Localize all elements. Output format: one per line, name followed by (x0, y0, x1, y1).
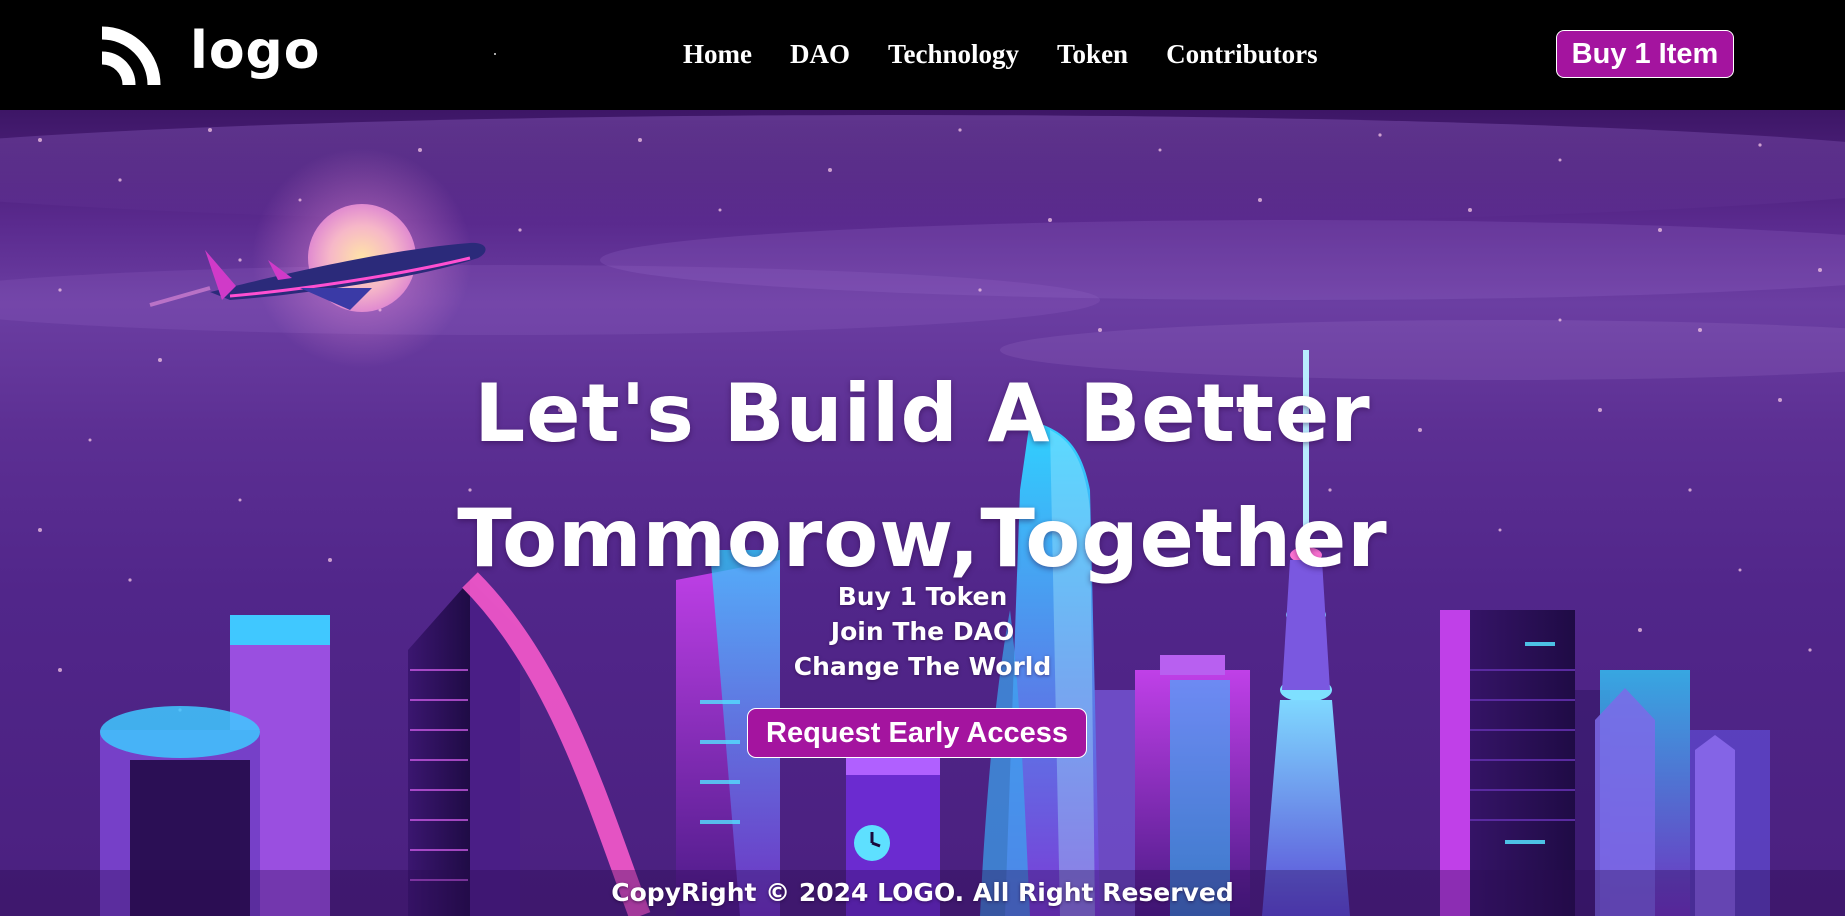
navbar: logo Home DAO Technology Token Contribut… (0, 0, 1845, 110)
copyright-footer: CopyRight © 2024 LOGO. All Right Reserve… (611, 878, 1234, 907)
nav-link-home[interactable]: Home (683, 36, 752, 72)
tagline-change-world: Change The World (793, 652, 1052, 681)
main-nav: Home DAO Technology Token Contributors (683, 36, 1318, 72)
hero-headline-line2: Tommorow,Together (457, 491, 1388, 585)
logo-mark-icon (99, 16, 169, 86)
hero-headline-line1: Let's Build A Better (474, 366, 1371, 460)
hero-content: Let's Build A Better Tommorow,Together B… (0, 110, 1845, 916)
logo-text: logo (190, 21, 321, 81)
buy-item-button[interactable]: Buy 1 Item (1556, 30, 1734, 78)
nav-dot (494, 53, 496, 55)
nav-link-token[interactable]: Token (1057, 36, 1128, 72)
tagline-join-dao: Join The DAO (830, 617, 1015, 646)
request-early-access-button[interactable]: Request Early Access (747, 708, 1087, 758)
site-logo[interactable]: logo (98, 14, 321, 88)
nav-link-technology[interactable]: Technology (888, 36, 1019, 72)
tagline-buy-token: Buy 1 Token (837, 582, 1008, 611)
nav-link-contributors[interactable]: Contributors (1166, 36, 1318, 72)
nav-link-dao[interactable]: DAO (790, 36, 850, 72)
hero-section: Let's Build A Better Tommorow,Together B… (0, 110, 1845, 916)
